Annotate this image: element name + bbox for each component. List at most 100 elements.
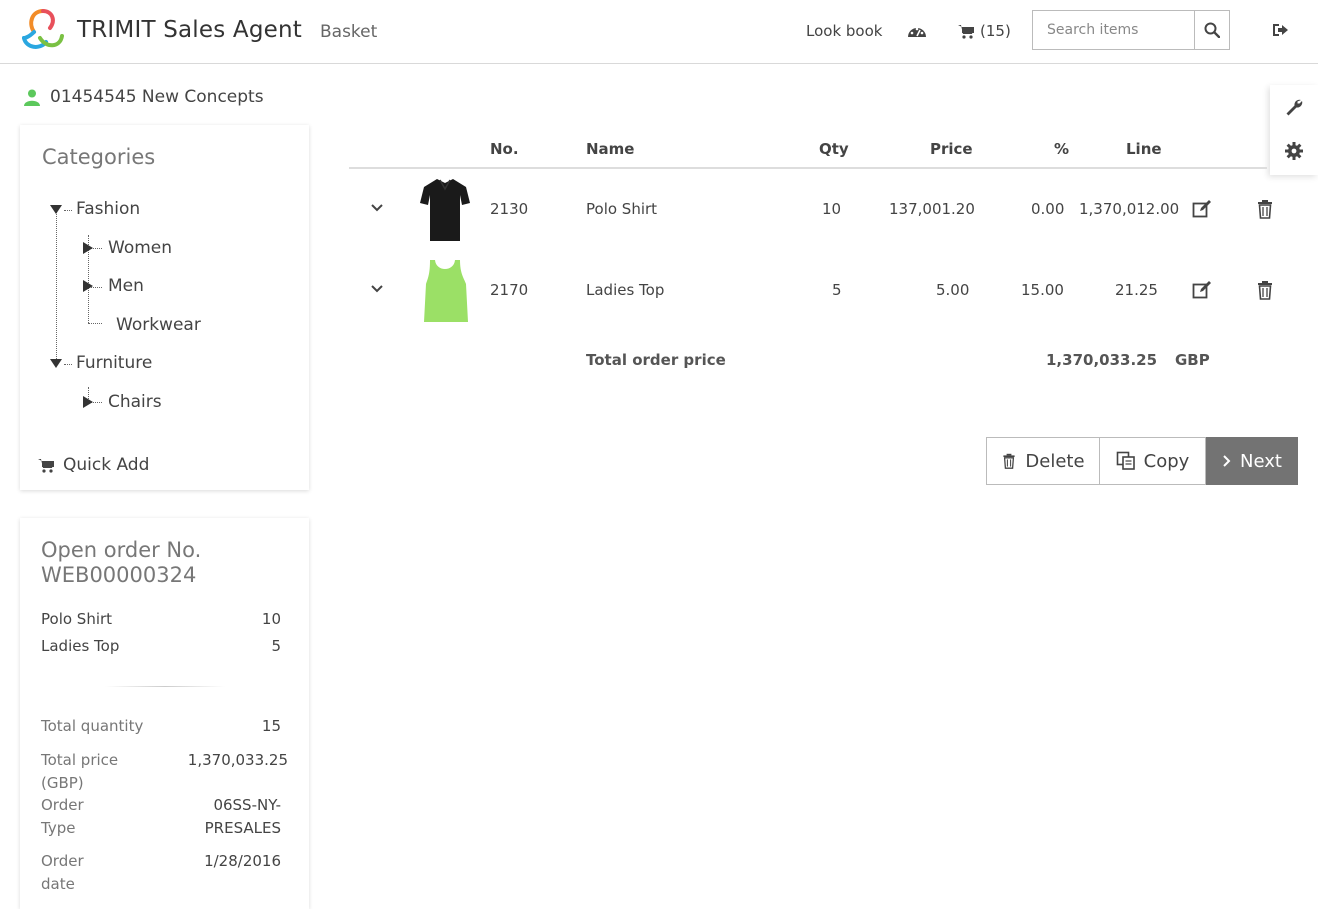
divider — [105, 686, 225, 687]
next-label: Next — [1240, 450, 1282, 472]
table-header-rule — [349, 167, 1267, 169]
delete-label: Delete — [1025, 450, 1085, 472]
category-women[interactable]: Women — [82, 238, 172, 258]
edit-icon[interactable] — [1192, 199, 1212, 219]
logout-icon[interactable] — [1270, 20, 1290, 40]
gear-icon[interactable] — [1284, 141, 1304, 161]
column-header-qty: Qty — [819, 140, 849, 158]
category-label: Women — [108, 238, 173, 258]
cell-percent: 15.00 — [1021, 281, 1064, 299]
categories-title: Categories — [42, 145, 156, 169]
cell-line: 21.25 — [1115, 281, 1158, 299]
user-icon — [24, 89, 40, 106]
label-line: Total price — [41, 751, 119, 769]
label-line: Order — [41, 852, 84, 870]
cart-count: (15) — [980, 22, 1011, 40]
open-order-item: Polo Shirt 10 — [41, 610, 281, 628]
category-label: Men — [108, 276, 144, 296]
cell-qty: 10 — [822, 200, 842, 218]
logo-icon — [22, 9, 64, 49]
edit-icon[interactable] — [1192, 280, 1212, 300]
category-label: Workwear — [116, 315, 201, 335]
order-date-value: 1/28/2016 — [204, 852, 281, 870]
total-quantity-value: 15 — [261, 717, 281, 735]
category-label: Furniture — [76, 353, 153, 373]
tree-connector — [88, 323, 102, 324]
black-polo-shirt-image — [420, 179, 470, 241]
quick-add-button[interactable]: Quick Add — [38, 455, 149, 475]
column-header-no: No. — [490, 140, 519, 158]
green-tank-top-image — [424, 260, 468, 322]
chevron-down-icon — [50, 205, 62, 214]
chevron-right-icon — [83, 280, 93, 292]
copy-icon — [1116, 451, 1135, 470]
app-title: TRIMIT Sales Agent — [77, 17, 303, 43]
chevron-down-icon[interactable] — [370, 284, 384, 294]
label-line: (GBP) — [41, 774, 84, 792]
wrench-icon[interactable] — [1284, 97, 1304, 117]
category-fashion[interactable]: Fashion — [50, 199, 140, 219]
open-order-title: Open order No. WEB00000324 — [41, 538, 201, 588]
trash-icon — [1003, 453, 1016, 469]
category-furniture[interactable]: Furniture — [50, 353, 152, 373]
customer-info: 01454545 New Concepts — [24, 87, 264, 107]
search-button[interactable] — [1194, 11, 1229, 49]
item-name: Polo Shirt — [41, 610, 113, 628]
item-qty: 10 — [261, 610, 281, 628]
delete-button[interactable]: Delete — [986, 437, 1100, 485]
open-order-panel: Open order No. WEB00000324 Polo Shirt 10… — [20, 518, 309, 909]
category-men[interactable]: Men — [82, 276, 144, 296]
chevron-right-icon — [1223, 455, 1231, 467]
column-header-price: Price — [930, 140, 973, 158]
total-order-price-label: Total order price — [586, 351, 726, 369]
cell-price: 137,001.20 — [889, 200, 975, 218]
cell-no: 2170 — [490, 281, 529, 299]
total-price-value: 1,370,033.25 — [187, 751, 288, 769]
chevron-down-icon — [50, 359, 62, 368]
column-header-percent: % — [1054, 140, 1070, 158]
search-input[interactable] — [1033, 11, 1194, 49]
page-section-title: Basket — [320, 22, 378, 42]
lookbook-link[interactable]: Look book — [806, 22, 882, 40]
category-label: Fashion — [76, 199, 141, 219]
dashboard-icon[interactable] — [906, 22, 928, 40]
cell-price: 5.00 — [936, 281, 970, 299]
value-line: 06SS-NY- — [213, 796, 281, 814]
order-date-label: Order date — [41, 850, 84, 896]
category-workwear[interactable]: Workwear — [116, 315, 201, 335]
search-box — [1032, 10, 1230, 50]
chevron-right-icon — [83, 396, 93, 408]
next-button[interactable]: Next — [1206, 437, 1298, 485]
copy-button[interactable]: Copy — [1100, 437, 1206, 485]
order-type-label: Order Type — [41, 794, 84, 840]
tree-connector — [56, 211, 57, 363]
value-line: PRESALES — [204, 819, 281, 837]
category-chairs[interactable]: Chairs — [82, 392, 162, 412]
copy-label: Copy — [1143, 450, 1190, 472]
cell-line: 1,370,012.00 — [1079, 200, 1180, 218]
customer-label: 01454545 New Concepts — [50, 87, 264, 107]
trash-icon[interactable] — [1255, 199, 1275, 219]
cell-no: 2130 — [490, 200, 529, 218]
column-header-line: Line — [1126, 140, 1162, 158]
column-header-name: Name — [586, 140, 635, 158]
category-label: Chairs — [108, 392, 162, 412]
label-line: Type — [41, 819, 76, 837]
total-price-label: Total price (GBP) — [41, 749, 118, 795]
label-line: Order — [41, 796, 84, 814]
top-bar: TRIMIT Sales Agent Basket Look book (15) — [0, 0, 1318, 64]
categories-panel: Categories Fashion Women Men Workwear Fu… — [20, 125, 309, 490]
cart-button[interactable]: (15) — [958, 20, 1011, 42]
quick-add-label: Quick Add — [63, 455, 150, 475]
chevron-down-icon[interactable] — [370, 203, 384, 213]
trash-icon[interactable] — [1255, 280, 1275, 300]
open-order-item: Ladies Top 5 — [41, 637, 281, 655]
label-line: date — [41, 875, 75, 893]
open-order-title-line: Open order No. — [41, 538, 202, 562]
chevron-right-icon — [83, 242, 93, 254]
order-type-value: 06SS-NY- PRESALES — [170, 794, 281, 840]
cart-icon — [958, 24, 974, 39]
cart-icon — [38, 458, 54, 473]
total-order-currency: GBP — [1175, 351, 1210, 369]
cell-percent: 0.00 — [1031, 200, 1065, 218]
